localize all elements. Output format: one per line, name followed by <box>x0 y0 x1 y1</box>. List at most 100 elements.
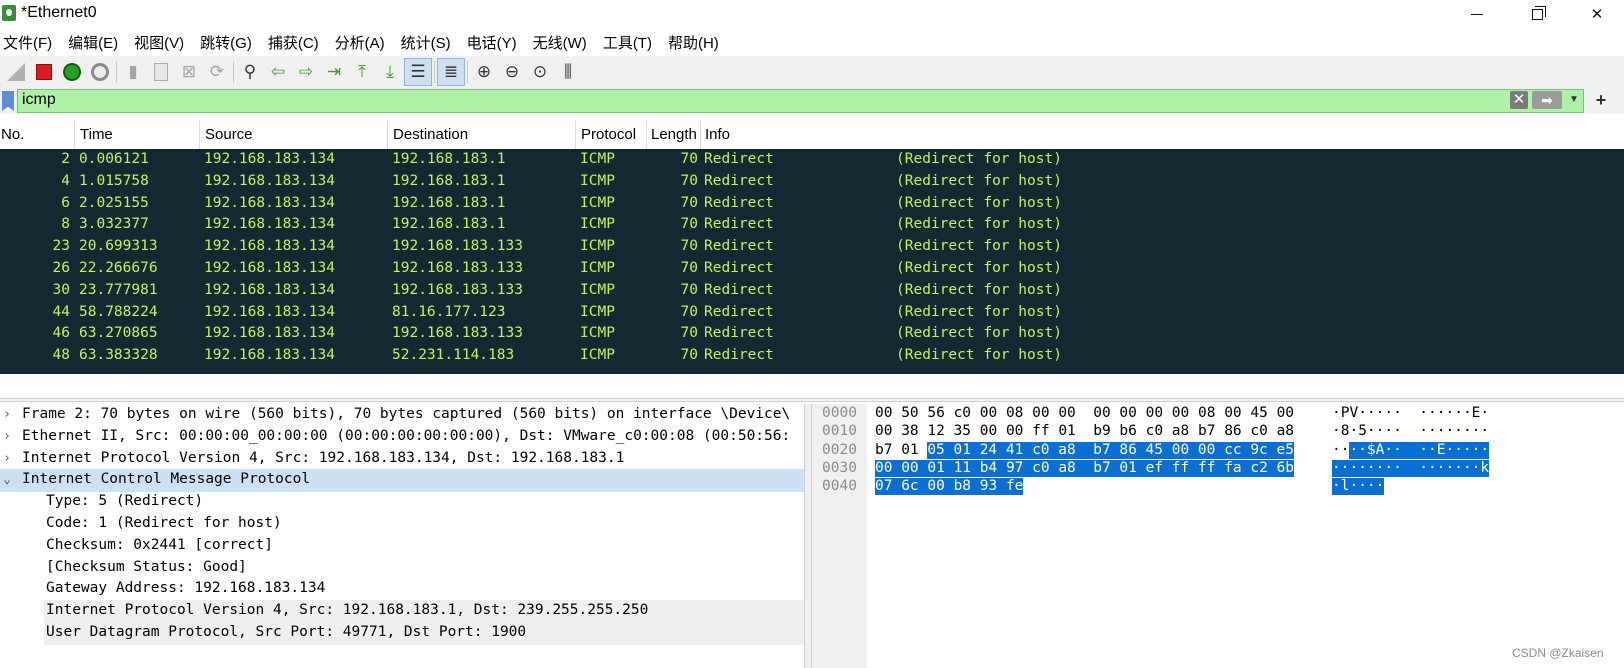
column-header-protocol[interactable]: Protocol <box>581 126 649 143</box>
find-packet-button[interactable]: ⚲ <box>236 58 264 86</box>
restart-capture-button[interactable] <box>58 58 86 86</box>
packet-row[interactable]: 2 0.006121 192.168.183.134 192.168.183.1 ICM… <box>0 149 1624 172</box>
menu-item[interactable]: 捕获(C) <box>263 32 330 53</box>
detail-row[interactable]: Type: 5 (Redirect) <box>0 491 804 514</box>
last-packet-button[interactable]: ⤓ <box>376 58 404 86</box>
display-filter-input[interactable] <box>17 89 1584 113</box>
menu-item[interactable]: 统计(S) <box>396 32 462 53</box>
detail-row[interactable]: ›Internet Protocol Version 4, Src: 192.1… <box>44 600 804 623</box>
hex-ascii-highlighted[interactable]: ·l···· <box>1332 478 1385 496</box>
packet-cell-info: Redirect (Redirect for host) <box>704 260 1062 276</box>
expanded-arrow-icon[interactable]: ⌄ <box>0 472 14 487</box>
capture-options-button[interactable] <box>86 58 114 86</box>
clear-filter-button[interactable]: ✕ <box>1510 91 1528 109</box>
menu-item[interactable]: 视图(V) <box>129 32 195 53</box>
column-divider[interactable] <box>646 121 647 149</box>
packet-cell-destination: 192.168.183.133 <box>392 325 523 342</box>
go-back-button[interactable]: ⇦ <box>264 58 292 86</box>
colorize-button[interactable]: ≣ <box>437 58 465 86</box>
detail-row[interactable]: ›Internet Protocol Version 4, Src: 192.1… <box>0 448 804 471</box>
packet-row[interactable]: 44 58.788224 192.168.183.134 81.16.177.123 I… <box>0 302 1624 325</box>
packet-list[interactable]: 2 0.006121 192.168.183.134 192.168.183.1 ICM… <box>0 149 1624 374</box>
collapsed-arrow-icon[interactable]: › <box>0 429 14 444</box>
hex-bytes-highlighted[interactable]: 05 01 24 41 c0 a8 b7 86 45 00 00 cc 9c e… <box>927 441 1294 459</box>
menu-item[interactable]: 分析(A) <box>330 32 396 53</box>
packet-cell-length: 70 <box>680 194 698 211</box>
menu-item[interactable]: 跳转(G) <box>195 32 263 53</box>
packet-row[interactable]: 23 20.699313 192.168.183.134 192.168.183.13… <box>0 236 1624 259</box>
hex-bytes[interactable]: 00 50 56 c0 00 08 00 00 00 00 00 00 08 0… <box>875 405 1294 422</box>
normal-size-button[interactable]: ⊙ <box>526 58 554 86</box>
start-capture-button[interactable] <box>2 58 30 86</box>
hex-ascii[interactable]: ·· <box>1332 442 1349 459</box>
packet-bytes-pane[interactable]: 0000 00 50 56 c0 00 08 00 00 00 00 00 00 … <box>812 404 1624 668</box>
save-file-button[interactable] <box>147 58 175 86</box>
minimize-button[interactable] <box>1454 0 1500 28</box>
vertical-splitter[interactable] <box>804 404 812 668</box>
reload-file-button[interactable]: ⟳ <box>203 58 231 86</box>
menu-item[interactable]: 文件(F) <box>0 32 63 53</box>
collapsed-arrow-icon[interactable]: › <box>0 407 14 422</box>
column-header-info[interactable]: Info <box>705 126 905 143</box>
resize-columns-button[interactable]: ⫼ <box>554 58 582 86</box>
detail-text: Gateway Address: 192.168.183.134 <box>46 580 326 597</box>
column-divider[interactable] <box>700 121 701 149</box>
bookmark-icon[interactable] <box>2 91 14 111</box>
hex-ascii-highlighted[interactable]: ··$A·· ··E····· <box>1349 441 1490 459</box>
first-packet-button[interactable]: ⤒ <box>348 58 376 86</box>
menu-item[interactable]: 无线(W) <box>528 32 598 53</box>
column-divider[interactable] <box>387 121 388 149</box>
open-file-button[interactable]: ▮ <box>119 58 147 86</box>
zoom-in-button[interactable]: ⊕ <box>470 58 498 86</box>
zoom-out-button[interactable]: ⊖ <box>498 58 526 86</box>
hex-ascii[interactable]: ·8·5···· ········ <box>1332 423 1489 440</box>
stop-capture-button[interactable] <box>30 58 58 86</box>
go-to-packet-button[interactable]: ⇥ <box>320 58 348 86</box>
detail-row[interactable]: › Frame 2: 70 bytes on wire (560 bits), 7… <box>0 404 804 427</box>
hex-bytes-highlighted[interactable]: 00 00 01 11 b4 97 c0 a8 b7 01 ef ff ff f… <box>875 459 1295 477</box>
menu-item[interactable]: 工具(T) <box>598 32 663 53</box>
detail-row[interactable]: › Ethernet II, Src: 00:00:00_00:00:00 (00… <box>0 426 804 449</box>
apply-filter-button[interactable]: ➡ <box>1532 91 1562 109</box>
autoscroll-button[interactable]: ☰ <box>404 58 432 86</box>
packet-row[interactable]: 6 2.025155 192.168.183.134 192.168.183.1 ICM… <box>0 193 1624 216</box>
maximize-button[interactable] <box>1514 0 1560 28</box>
packet-row[interactable]: 26 22.266676 192.168.183.134 192.168.183.13… <box>0 258 1624 281</box>
packet-row[interactable]: 48 63.383328 192.168.183.134 52.231.114.183… <box>0 345 1624 368</box>
column-divider[interactable] <box>74 121 75 149</box>
column-header-destination[interactable]: Destination <box>393 126 573 143</box>
packet-row[interactable]: 46 63.270865 192.168.183.134 192.168.183.13… <box>0 323 1624 346</box>
hex-ascii-highlighted[interactable]: ········ ·······k <box>1332 459 1490 477</box>
hex-ascii[interactable]: ·PV····· ······E· <box>1332 405 1489 422</box>
menu-item[interactable]: 编辑(E) <box>63 32 129 53</box>
display-filter-value[interactable]: icmp <box>22 91 56 109</box>
hex-bytes-highlighted[interactable]: 07 6c 00 b8 93 fe <box>875 478 1024 496</box>
menu-item[interactable]: 电话(Y) <box>462 32 528 53</box>
pane-splitter[interactable] <box>0 398 1624 402</box>
column-divider[interactable] <box>199 121 200 149</box>
detail-row[interactable]: Checksum: 0x2441 [correct] <box>0 535 804 558</box>
column-header-no[interactable]: No. <box>1 126 71 143</box>
packet-row[interactable]: 30 23.777981 192.168.183.134 192.168.183.13… <box>0 280 1624 303</box>
menu-item[interactable]: 帮助(H) <box>663 32 730 53</box>
packet-row[interactable]: 8 3.032377 192.168.183.134 192.168.183.1 ICM… <box>0 214 1624 237</box>
detail-row[interactable]: [Checksum Status: Good] <box>0 557 804 580</box>
detail-row[interactable]: Code: 1 (Redirect for host) <box>0 513 804 536</box>
packet-row[interactable]: 4 1.015758 192.168.183.134 192.168.183.1 ICM… <box>0 171 1624 194</box>
collapsed-arrow-icon[interactable]: › <box>0 451 14 466</box>
hex-bytes[interactable]: b7 01 <box>875 442 927 459</box>
close-file-button[interactable]: ⊠ <box>175 58 203 86</box>
go-forward-button[interactable]: ⇨ <box>292 58 320 86</box>
filter-history-dropdown[interactable]: ▼ <box>1566 91 1582 109</box>
detail-row[interactable]: ⌄ Internet Control Message Protocol <box>0 469 804 492</box>
detail-row[interactable]: ›User Datagram Protocol, Src Port: 49771… <box>44 622 804 645</box>
column-header-time[interactable]: Time <box>80 126 198 143</box>
add-filter-button[interactable]: + <box>1591 90 1611 110</box>
column-header-length[interactable]: Length <box>651 126 696 143</box>
close-button[interactable]: ✕ <box>1574 0 1620 28</box>
column-divider[interactable] <box>575 121 576 149</box>
detail-row[interactable]: Gateway Address: 192.168.183.134 <box>0 578 804 601</box>
packet-details-tree[interactable]: › Frame 2: 70 bytes on wire (560 bits), 7… <box>0 404 804 668</box>
hex-bytes[interactable]: 00 38 12 35 00 00 ff 01 b9 b6 c0 a8 b7 8… <box>875 423 1294 440</box>
column-header-source[interactable]: Source <box>205 126 385 143</box>
